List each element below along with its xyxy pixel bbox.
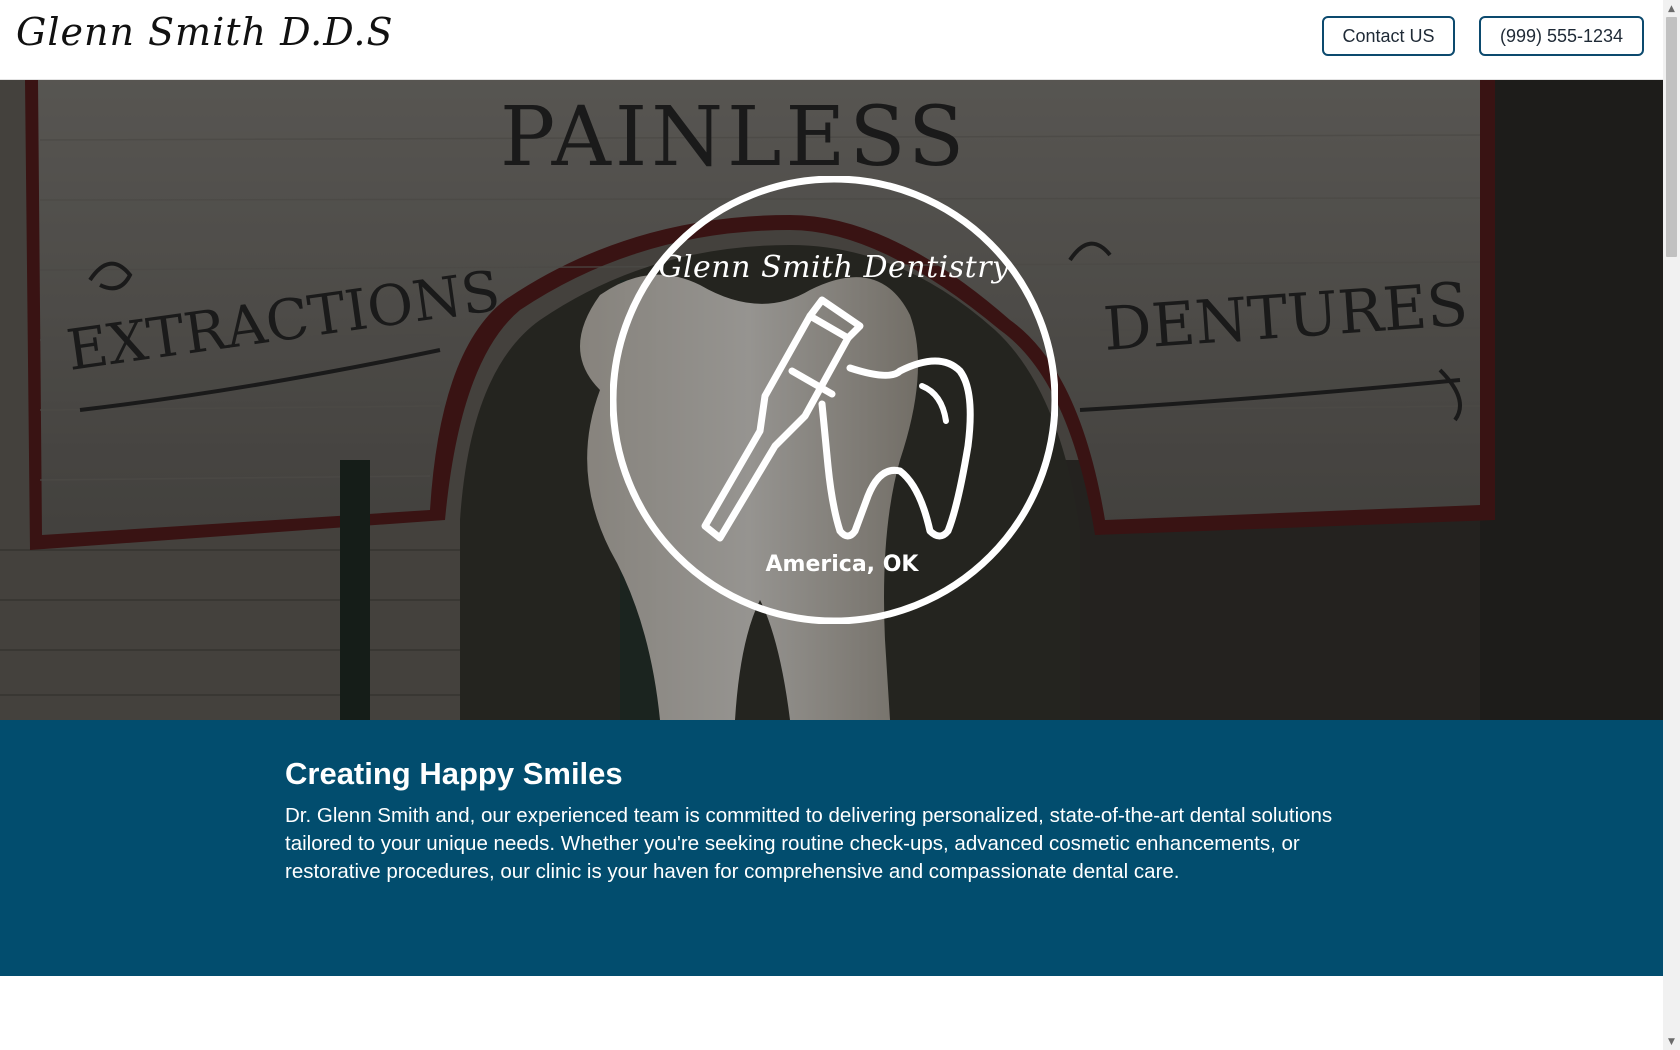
scroll-down-arrow-icon[interactable]: ▼ [1663, 1033, 1680, 1050]
site-logo[interactable]: Glenn Smith D.D.S [16, 10, 393, 54]
page: Glenn Smith D.D.S Contact US (999) 555-1… [0, 0, 1663, 1050]
emblem-location: America, OK [765, 552, 919, 577]
scroll-up-arrow-icon[interactable]: ▲ [1663, 0, 1680, 17]
hero-banner: PAINLESS EXTRACTIONS DENTURES Glenn Smit… [0, 80, 1663, 720]
about-section: Creating Happy Smiles Dr. Glenn Smith an… [0, 720, 1663, 976]
page-scrollbar[interactable]: ▲ ▼ [1663, 0, 1680, 1050]
contact-us-button[interactable]: Contact US [1322, 16, 1455, 56]
clinic-emblem: Glenn Smith Dentistry America, OK [609, 175, 1059, 625]
about-body: Dr. Glenn Smith and, our experienced tea… [285, 804, 1333, 883]
about-heading: Creating Happy Smiles [285, 756, 623, 791]
scrollbar-thumb[interactable] [1666, 17, 1677, 257]
phone-button[interactable]: (999) 555-1234 [1479, 16, 1644, 56]
emblem-title: Glenn Smith Dentistry [658, 250, 1010, 285]
site-header: Glenn Smith D.D.S Contact US (999) 555-1… [0, 0, 1663, 80]
